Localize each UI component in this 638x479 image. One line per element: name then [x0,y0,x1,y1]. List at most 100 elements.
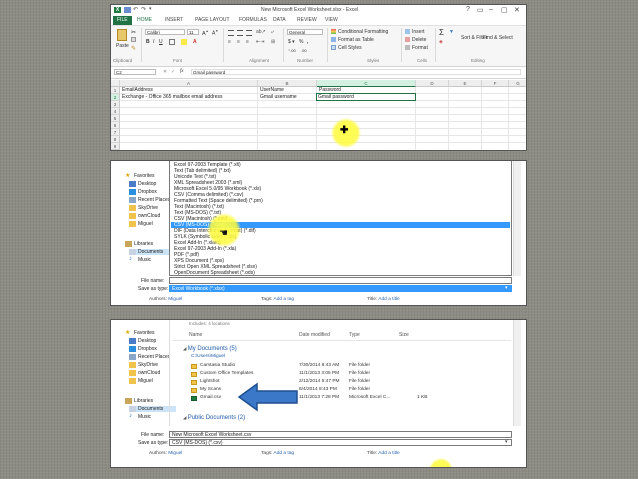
accounting-format-icon[interactable]: $ ▾ [288,39,295,45]
fill-color-icon[interactable] [181,39,187,45]
column-size-header[interactable]: Size [399,332,409,338]
column-name-header[interactable]: Name [189,332,202,338]
align-bottom-icon[interactable] [246,30,252,36]
formula-input[interactable]: Gmail password [191,69,521,75]
decrease-decimal-icon[interactable]: .00 [301,48,307,53]
conditional-formatting-button[interactable]: Conditional Formatting [338,29,388,35]
column-header[interactable]: B [258,80,317,87]
group-public-documents[interactable]: ◢ Public Documents (2) [183,415,245,421]
cancel-entry-icon[interactable]: ✕ [163,69,167,75]
file-name-input[interactable] [169,277,512,284]
authors-value[interactable]: Miguel [168,297,182,302]
save-type-select[interactable]: Excel Workbook (*.xlsx) [169,285,512,292]
font-name-select[interactable]: Calibri [145,29,185,35]
format-as-table-button[interactable]: Format as Table [338,37,374,43]
copy-icon[interactable] [131,37,136,42]
confirm-entry-icon[interactable]: ✓ [171,69,175,75]
number-format-select[interactable]: General [287,29,323,35]
font-color-icon[interactable]: A [193,39,197,45]
underline-icon[interactable]: U [159,39,163,45]
title-value[interactable]: Add a title [378,451,399,456]
row-header[interactable]: 7 [111,129,120,136]
tab-insert[interactable]: INSERT [165,17,183,23]
align-top-icon[interactable] [228,30,234,36]
fill-icon[interactable]: ▼ [449,29,454,35]
delete-button[interactable]: Delete [412,37,426,43]
merge-center-icon[interactable]: ⊞ [271,39,275,45]
help-icon[interactable]: ? [466,6,470,13]
tab-file[interactable]: FILE [113,16,132,25]
qat-customize-icon[interactable]: ▾ [149,6,152,12]
find-select-button[interactable]: Find & Select [483,35,513,41]
nav-favorites[interactable]: ★ Favorites [125,173,155,179]
paste-label[interactable]: Paste [116,43,129,49]
clear-icon[interactable]: ◈ [439,39,443,45]
row-header[interactable]: 4 [111,108,120,115]
column-type-header[interactable]: Type [349,332,360,338]
indent-icon[interactable]: ⇤⇥ [256,39,264,45]
cell-styles-icon[interactable] [331,45,336,50]
format-painter-icon[interactable]: ✎ [131,45,137,52]
tab-view[interactable]: VIEW [325,17,338,23]
wrap-text-icon[interactable]: ⤶ [271,29,274,35]
scrollbar[interactable] [513,161,521,276]
nav-miguel[interactable]: Miguel [129,221,153,227]
borders-icon[interactable] [169,39,175,45]
close-icon[interactable]: ✕ [514,6,520,14]
tab-data[interactable]: DATA [273,17,286,23]
chevron-down-icon[interactable]: ▾ [505,285,508,291]
tab-home[interactable]: HOME [137,17,152,23]
percent-icon[interactable]: % [299,39,303,45]
nav-dropbox[interactable]: Dropbox [129,346,157,352]
align-center-icon[interactable]: ≡ [237,39,240,45]
column-header[interactable]: C [317,80,416,87]
format-button[interactable]: Format [412,45,428,51]
format-as-table-icon[interactable] [331,37,336,42]
insert-button[interactable]: Insert [412,29,425,35]
shrink-font-icon[interactable]: A▼ [212,29,218,37]
column-date-header[interactable]: Date modified [299,332,330,338]
cell-b1[interactable]: UserName [259,87,316,94]
nav-recent-places[interactable]: Recent Places [129,354,170,360]
comma-style-icon[interactable]: , [307,39,308,45]
bold-icon[interactable]: B [146,39,150,45]
file-row[interactable]: Camtasia Studio 7/30/2014 8:43 AM File f… [191,363,521,370]
cell-b2[interactable]: Gmail username [259,94,316,101]
scrollbar[interactable] [513,320,521,426]
cell-c2-active[interactable]: Gmail password [316,93,416,101]
format-cells-icon[interactable] [405,45,410,50]
nav-music[interactable]: ♪ Music [129,413,151,420]
column-header[interactable]: F [482,80,509,87]
column-header[interactable]: A [120,80,258,87]
nav-skydrive[interactable]: SkyDrive [129,362,158,368]
file-type-option[interactable]: OpenDocument Spreadsheet (*.ods) [171,270,510,276]
row-header[interactable]: 6 [111,122,120,129]
cell-a1[interactable]: EmailAddress [121,87,257,94]
file-name-input[interactable]: New Microsoft Excel Worksheet.csv [169,431,512,438]
nav-owncloud[interactable]: ownCloud [129,213,160,219]
align-left-icon[interactable]: ≡ [228,39,231,45]
paste-icon[interactable] [117,29,127,41]
column-header[interactable]: D [416,80,449,87]
save-type-select[interactable]: CSV (MS-DOS) (*.csv) [169,439,512,446]
redo-icon[interactable]: ↷ [141,6,146,13]
nav-skydrive[interactable]: SkyDrive [129,205,158,211]
column-header[interactable]: G [509,80,526,87]
save-icon[interactable] [124,7,131,13]
row-header[interactable]: 9 [111,143,120,150]
cut-icon[interactable]: ✂ [131,29,137,36]
worksheet-grid[interactable]: A B C D E F G 1 2 3 4 5 6 7 8 9 EmailAdd… [111,80,526,150]
italic-icon[interactable]: I [153,39,154,45]
nav-owncloud[interactable]: ownCloud [129,370,160,376]
row-header[interactable]: 8 [111,136,120,143]
tab-formulas[interactable]: FORMULAS [239,17,267,23]
authors-value[interactable]: Miguel [168,451,182,456]
orientation-icon[interactable]: ab↗ [256,29,266,35]
group-my-documents[interactable]: ◢ My Documents (5) [183,346,237,352]
conditional-formatting-icon[interactable] [331,29,336,34]
maximize-icon[interactable]: ▢ [501,6,508,14]
nav-dropbox[interactable]: Dropbox [129,189,157,195]
cell-a2[interactable]: Exchange - Office 365 mailbox email addr… [121,94,257,101]
nav-libraries[interactable]: Libraries [125,241,153,247]
autosum-icon[interactable]: Σ [439,28,444,37]
